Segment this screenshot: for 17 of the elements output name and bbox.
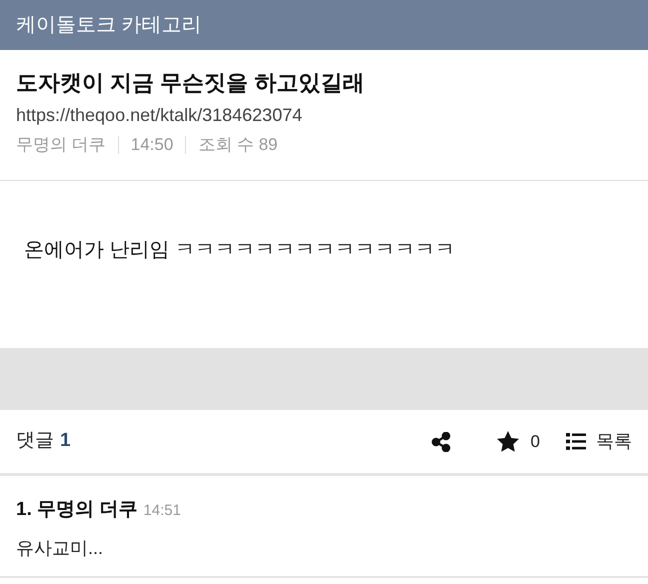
star-count: 0 xyxy=(530,430,540,453)
post-time: 14:50 xyxy=(130,134,174,156)
post-body: 온에어가 난리임 ㅋㅋㅋㅋㅋㅋㅋㅋㅋㅋㅋㅋㅋㅋ xyxy=(24,239,456,261)
comments-count: 1 xyxy=(60,429,71,454)
post-title: 도자캣이 지금 무슨짓을 하고있길래 xyxy=(16,69,366,97)
share-icon[interactable] xyxy=(430,432,451,452)
comments-label: 댓글 xyxy=(16,429,54,454)
list-icon[interactable] xyxy=(566,433,586,450)
post-author: 무명의 더쿠 xyxy=(16,134,106,156)
post-views: 조회 수 89 xyxy=(198,134,278,156)
header-title: 케이돌토크 카테고리 xyxy=(16,13,202,38)
comment-author: 1. 무명의 더쿠 xyxy=(16,498,138,522)
list-button[interactable]: 목록 xyxy=(596,428,632,455)
comment-text: 유사교미... xyxy=(16,536,104,560)
star-icon[interactable] xyxy=(496,431,519,452)
post-url[interactable]: https://theqoo.net/ktalk/3184623074 xyxy=(16,99,632,131)
comment-time: 14:51 xyxy=(143,501,181,521)
